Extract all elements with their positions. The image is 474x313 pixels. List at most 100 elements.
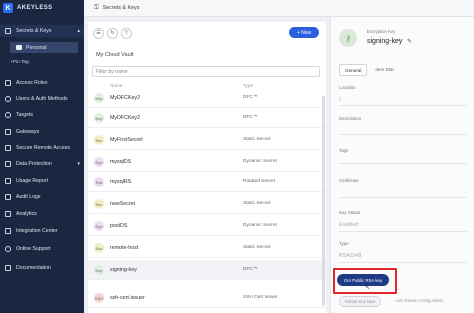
sidebar-item-online-support[interactable]: Online Support bbox=[0, 243, 84, 255]
roles-icon bbox=[5, 80, 11, 86]
field-label-tags: Tags bbox=[339, 148, 349, 153]
divider bbox=[339, 262, 467, 263]
divider bbox=[339, 197, 467, 198]
vault-title: My Cloud Vault bbox=[96, 52, 134, 58]
table-row[interactable]: Key MyDFCKey2 DFC™ bbox=[88, 88, 326, 108]
item-name: MyFirstSecret bbox=[110, 137, 143, 143]
shield-icon bbox=[5, 161, 11, 167]
item-name: remote-host bbox=[110, 245, 139, 251]
items-list-panel: ☰ ↻ ▽ + New My Cloud Vault Filter by nam… bbox=[88, 22, 326, 313]
sidebar-item-data-protection[interactable]: Data Protection ▾ bbox=[0, 158, 84, 170]
sidebar-item-integration-center[interactable]: Integration Center bbox=[0, 225, 84, 237]
item-name: MyDFCKey2 bbox=[110, 95, 141, 101]
gateway-icon bbox=[5, 129, 11, 135]
list-scrollbar[interactable] bbox=[322, 96, 325, 306]
auto-rotate-configuration-link[interactable]: Auto Rotate Configuration bbox=[393, 296, 445, 305]
item-type-icon: Key bbox=[94, 113, 104, 123]
sidebar-item-label: Audit Logs bbox=[16, 194, 41, 200]
item-type: Static Secret bbox=[243, 137, 271, 142]
sidebar-item-users-auth[interactable]: Users & Auth Methods bbox=[0, 93, 84, 105]
divider bbox=[339, 105, 467, 106]
table-row[interactable]: Sec MyFirstSecret Static Secret bbox=[88, 130, 326, 150]
breadcrumb: Secrets & Keys bbox=[102, 5, 140, 11]
field-label-certificate: Certificate bbox=[339, 178, 359, 183]
item-type: DFC™ bbox=[243, 267, 258, 272]
report-icon bbox=[5, 178, 11, 184]
edit-pencil-icon[interactable]: ✎ bbox=[407, 38, 412, 45]
docs-icon bbox=[5, 265, 11, 271]
item-kind: Encryption Key bbox=[367, 29, 396, 34]
filter-input[interactable]: Filter by name bbox=[92, 66, 320, 77]
chevron-down-icon: ▾ bbox=[77, 161, 80, 167]
log-icon bbox=[5, 194, 11, 200]
support-icon bbox=[5, 246, 11, 252]
sidebar-item-analytics[interactable]: Analytics bbox=[0, 208, 84, 220]
tab-general[interactable]: General bbox=[339, 64, 368, 76]
table-row-selected[interactable]: Key signing-key DFC™ bbox=[88, 260, 326, 280]
tab-item-stat[interactable]: Item Stat bbox=[370, 64, 398, 76]
sidebar-item-label: Online Support bbox=[16, 246, 51, 252]
analytics-icon bbox=[5, 211, 11, 217]
sidebar-item-label: Targets bbox=[16, 112, 34, 118]
table-row[interactable]: Sec newSecret Static Secret bbox=[88, 194, 326, 214]
item-name: ssh-cert-issuer bbox=[110, 295, 145, 301]
item-title: signing-key bbox=[367, 38, 403, 45]
folder-icon bbox=[16, 45, 22, 50]
target-icon bbox=[5, 112, 11, 118]
brand[interactable]: K AKEYLESS bbox=[0, 0, 84, 16]
pin-tag-link[interactable]: +Pin Tag bbox=[10, 60, 29, 65]
new-item-button[interactable]: + New bbox=[289, 27, 319, 38]
sidebar-item-label: Secure Remote Access bbox=[16, 145, 70, 151]
table-row[interactable]: SSH ssh-cert-issuer SSH Cert Issuer bbox=[88, 288, 326, 308]
field-label-description: Description bbox=[339, 116, 361, 121]
item-type: DFC™ bbox=[243, 115, 258, 120]
rotate-key-now-button[interactable]: Rotate Key Now bbox=[339, 296, 382, 307]
sidebar-item-access-roles[interactable]: Access Roles bbox=[0, 77, 84, 89]
sidebar-item-label: Integration Center bbox=[16, 228, 58, 234]
field-value-key-status: Enabled bbox=[339, 222, 359, 228]
item-name: mysqlRS bbox=[110, 179, 132, 185]
item-type-icon: Dyn bbox=[94, 221, 104, 231]
item-type: SSH Cert Issuer bbox=[243, 295, 278, 300]
table-row[interactable]: Dyn mysqlDS Dynamic Secret bbox=[88, 152, 326, 172]
sidebar-item-label: Secrets & Keys bbox=[16, 28, 52, 34]
table-row[interactable]: Sec remote-host Static Secret bbox=[88, 238, 326, 258]
sidebar-item-secrets-keys[interactable]: Secrets & Keys ▴ bbox=[0, 25, 84, 37]
field-label-type: Type bbox=[339, 241, 349, 246]
remote-icon bbox=[5, 145, 11, 151]
table-row[interactable]: Key MyDFCKey2 DFC™ bbox=[88, 108, 326, 128]
sidebar-item-secure-remote-access[interactable]: Secure Remote Access bbox=[0, 142, 84, 154]
sidebar-item-documentation[interactable]: Documentation bbox=[0, 262, 84, 274]
sidebar-item-gateways[interactable]: Gateways bbox=[0, 126, 84, 138]
akeyless-logo: K bbox=[3, 3, 13, 13]
sidebar-item-audit-logs[interactable]: Audit Logs bbox=[0, 191, 84, 203]
list-view-icon[interactable]: ☰ bbox=[93, 27, 104, 39]
sidebar-item-targets[interactable]: Targets bbox=[0, 109, 84, 121]
integration-icon bbox=[5, 228, 11, 234]
get-public-rsa-key-button[interactable]: Get Public RSA key bbox=[337, 274, 389, 286]
filter-icon[interactable]: ▽ bbox=[121, 27, 132, 39]
item-type-icon: Key bbox=[94, 93, 104, 103]
item-type: Static Secret bbox=[243, 201, 271, 206]
refresh-icon[interactable]: ↻ bbox=[107, 27, 118, 39]
brand-name: AKEYLESS bbox=[17, 5, 53, 11]
sidebar-item-label: Gateways bbox=[16, 129, 40, 135]
key-icon: ⚿ bbox=[94, 4, 99, 11]
item-name: postDS bbox=[110, 223, 128, 229]
chevron-up-icon: ▴ bbox=[77, 28, 80, 34]
users-icon bbox=[5, 96, 11, 102]
field-label-location: Location bbox=[339, 85, 356, 90]
mouse-cursor-icon: ↖ bbox=[365, 285, 371, 291]
sidebar-item-label: Data Protection bbox=[16, 161, 52, 167]
table-row[interactable]: Dyn postDS Dynamic Secret bbox=[88, 216, 326, 236]
encryption-key-icon: ⚷ bbox=[339, 29, 357, 47]
divider bbox=[339, 163, 467, 164]
table-row[interactable]: Rot mysqlRS Rotated Secret bbox=[88, 172, 326, 192]
field-label-key-status: Key Status bbox=[339, 210, 361, 215]
sidebar-item-label: Usage Report bbox=[16, 178, 49, 184]
item-name: MyDFCKey2 bbox=[110, 115, 141, 121]
sidebar-subitem-personal[interactable]: Personal bbox=[10, 42, 78, 53]
sidebar-item-usage-report[interactable]: Usage Report bbox=[0, 175, 84, 187]
item-type: Dynamic Secret bbox=[243, 223, 277, 228]
item-type-icon: Dyn bbox=[94, 157, 104, 167]
